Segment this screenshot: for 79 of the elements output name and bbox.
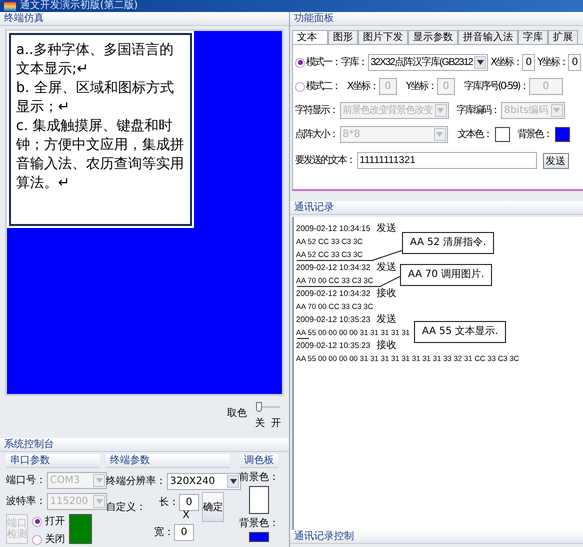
leader-line (372, 250, 402, 261)
send-text-field[interactable]: 11111111321 (356, 152, 536, 169)
number-field[interactable]: 0 (522, 54, 536, 71)
toggle-slider[interactable] (256, 402, 280, 412)
field-label: 关 (255, 416, 265, 432)
number-field[interactable]: 0 (568, 54, 582, 71)
field-label: 模式二： (306, 80, 340, 94)
radio-button[interactable] (32, 516, 42, 526)
field-label: 端口号： (6, 474, 46, 488)
field-label: 自定义： (106, 500, 146, 514)
slider-thumb[interactable] (256, 402, 262, 412)
group-title: 调色板 (240, 454, 278, 468)
group-title: 通讯记录 (290, 201, 583, 215)
radio-button[interactable] (295, 58, 305, 68)
callout-box: AA 55 文本显示. (414, 321, 506, 343)
field-label: 背景色： (518, 128, 552, 142)
field-label: 字库编码： (456, 104, 499, 118)
color-swatch[interactable] (554, 127, 570, 142)
group-title: 功能面板 (290, 12, 583, 26)
field-label: X坐标： (347, 80, 378, 94)
field-label: X坐标： (490, 56, 522, 70)
underline-mark (297, 338, 309, 339)
field-label: 取色 (227, 407, 247, 422)
field-label: Y坐标： (537, 56, 568, 70)
field-label: 宽： (154, 526, 174, 540)
color-swatch[interactable] (249, 532, 269, 542)
callout-box: AA 70 调用图片. (400, 264, 492, 286)
log-direction: 接收 (376, 340, 396, 351)
display-text: c. 集成触摸屏、键盘和时钟；方便中文应用，集成拼音输入法、农历查询等实用算法。↵ (16, 117, 185, 193)
app-icon (4, 2, 16, 10)
log-direction: 发送 (376, 314, 396, 325)
log-direction: 发送 (376, 223, 396, 234)
color-swatch[interactable] (249, 486, 269, 514)
leader-line (380, 276, 400, 287)
group-title: 系统控制台 (0, 438, 289, 452)
field-label: 前景色： (239, 470, 279, 485)
log-timestamp: 2009-02-12 10:35:23 (296, 315, 370, 324)
group-title: 终端仿真 (0, 12, 289, 26)
field-label: Y坐标： (406, 80, 436, 94)
field-label: 波特率： (6, 494, 46, 509)
tab[interactable]: 扩展 (548, 30, 578, 45)
tab[interactable]: 字库 (518, 30, 548, 45)
log-timestamp: 2009-02-12 10:34:32 (296, 289, 370, 298)
field-label: 终端分辨率： (106, 474, 166, 489)
field-label: X (182, 510, 190, 520)
radio-button[interactable] (295, 82, 305, 92)
field-label: 要发送的文本： (295, 154, 354, 168)
group-title: 终端参数 (106, 454, 230, 468)
field-label: 字符显示： (295, 104, 338, 118)
number-field[interactable]: 0 (174, 524, 194, 541)
field-label: 文本色： (458, 128, 492, 142)
field-label: 背景色： (239, 516, 279, 531)
group-title: 通讯记录控制 (290, 530, 583, 544)
field-label: 关闭 (45, 532, 65, 547)
tab[interactable]: 显示参数 (408, 30, 458, 45)
tab[interactable]: 拼音输入法 (458, 30, 518, 45)
log-timestamp: 2009-02-12 10:34:32 (296, 263, 370, 272)
field-label: 打开 (45, 514, 65, 529)
tab[interactable]: 图片下发 (358, 30, 408, 45)
radio-button[interactable] (32, 534, 42, 544)
field-label: 点阵大小： (295, 128, 338, 142)
field-label: 字库： (341, 56, 366, 70)
log-timestamp: 2009-02-12 10:35:23 (296, 341, 370, 350)
callout-box: AA 52 清屏指令. (402, 232, 494, 254)
log-direction: 接收 (376, 288, 396, 299)
log-timestamp: 2009-02-12 10:34:15 (296, 224, 370, 233)
field-label: 模式一： (306, 56, 340, 70)
color-swatch[interactable] (494, 127, 510, 142)
group-title: 串口参数 (6, 454, 100, 468)
tab[interactable]: 图形 (328, 30, 358, 45)
tab[interactable]: 文本 (292, 30, 328, 45)
send-button[interactable]: 发送 (542, 152, 568, 168)
field-label: 字库序号(0-59)： (464, 80, 528, 94)
dropdown[interactable]: 32X32点阵汉字库(GB2312 (368, 54, 488, 71)
confirm-button[interactable]: 确定 (202, 492, 224, 522)
log-direction: 发送 (376, 262, 396, 273)
number-field[interactable]: 0 (179, 494, 199, 510)
field-label: 长： (159, 496, 179, 510)
field-label: 开 (271, 417, 281, 432)
